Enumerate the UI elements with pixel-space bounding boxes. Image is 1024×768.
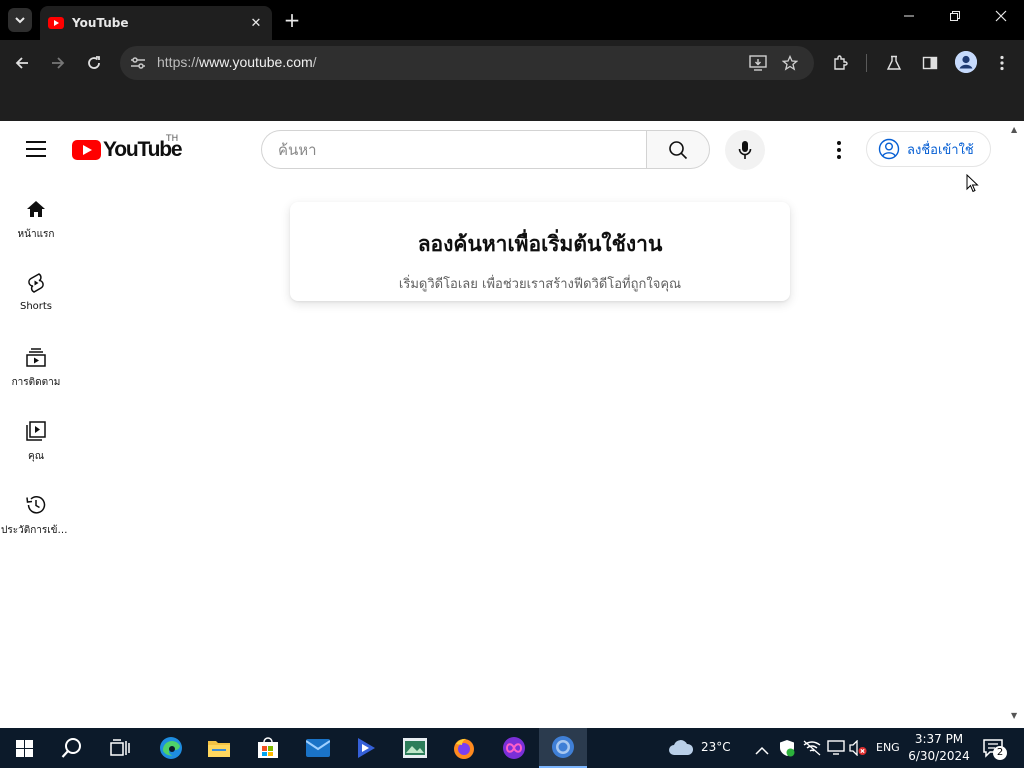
side-panel-icon[interactable] — [919, 52, 941, 74]
labs-flask-icon[interactable] — [883, 52, 905, 74]
search-input[interactable] — [261, 130, 647, 169]
install-app-icon[interactable] — [747, 52, 769, 74]
display-icon[interactable] — [827, 740, 845, 760]
chevron-down-icon — [15, 17, 25, 24]
browser-menu-icon[interactable] — [991, 52, 1013, 74]
extensions-icon[interactable] — [829, 52, 851, 74]
mouse-cursor-icon — [966, 174, 979, 193]
close-window-icon[interactable] — [991, 10, 1011, 26]
account-circle-icon — [878, 138, 900, 160]
shorts-icon — [24, 271, 48, 295]
search-button[interactable] — [646, 130, 710, 169]
voice-search-button[interactable] — [725, 130, 765, 170]
image-viewer-icon[interactable] — [391, 728, 439, 768]
task-view-icon[interactable] — [96, 728, 144, 768]
browser-chrome: YouTube ✕ + https://www.youtube.com/ — [0, 0, 1024, 121]
guide-label: Shorts — [19, 301, 53, 312]
close-tab-icon[interactable]: ✕ — [248, 16, 264, 31]
tray-chevron-up-icon[interactable] — [755, 741, 769, 760]
taskbar-search-icon[interactable] — [48, 728, 96, 768]
notification-count-badge: 2 — [993, 746, 1007, 760]
file-explorer-icon[interactable] — [195, 728, 243, 768]
nudge-title: ลองค้นหาเพื่อเริ่มต้นใช้งาน — [417, 232, 663, 256]
clock-date: 6/30/2024 — [908, 749, 970, 763]
toolbar-divider — [866, 54, 867, 72]
microphone-icon — [738, 141, 752, 159]
tab-title: YouTube — [72, 16, 129, 30]
tab-strip: YouTube ✕ + — [0, 0, 1024, 40]
profile-avatar-icon[interactable] — [955, 51, 977, 73]
mail-icon[interactable] — [294, 728, 342, 768]
guide-item-history[interactable]: ประวัติการเข้าชม — [0, 481, 72, 541]
restore-icon[interactable] — [945, 10, 965, 26]
youtube-icon — [48, 17, 64, 29]
firefox-icon[interactable] — [440, 728, 488, 768]
youtube-play-logo-icon — [72, 140, 101, 160]
guide-label: หน้าแรก — [17, 229, 55, 240]
clock-time: 3:37 PM — [914, 732, 964, 746]
guide-item-subscriptions[interactable]: การติดตาม — [0, 333, 72, 393]
search-icon — [669, 140, 688, 159]
guide-item-home[interactable]: หน้าแรก — [0, 185, 72, 245]
scroll-down-arrow[interactable]: ▼ — [1011, 711, 1017, 720]
weather-temperature[interactable]: 23°C — [701, 740, 731, 754]
guide-label: การติดตาม — [11, 377, 61, 388]
taskbar-clock[interactable]: 3:37 PM 6/30/2024 — [908, 731, 970, 765]
new-tab-button[interactable]: + — [282, 10, 302, 30]
hamburger-menu-icon[interactable] — [26, 141, 46, 157]
minimize-icon[interactable] — [899, 10, 919, 26]
browser-toolbar: https://www.youtube.com/ — [0, 40, 1024, 86]
subscriptions-icon — [24, 345, 48, 369]
youtube-page: YouTube TH ลงชื่อเข้าใช้ ▲ หน้าแรก Short… — [0, 121, 1024, 728]
chrome-icon[interactable] — [539, 728, 587, 768]
site-info-icon[interactable] — [128, 53, 148, 73]
feed-nudge-card: ลองค้นหาเพื่อเริ่มต้นใช้งาน เริ่มดูวิดีโ… — [290, 202, 790, 301]
copilot-icon[interactable] — [490, 728, 538, 768]
media-player-icon[interactable] — [342, 728, 390, 768]
signin-button[interactable]: ลงชื่อเข้าใช้ — [866, 131, 991, 167]
input-language[interactable]: ENG — [876, 741, 900, 754]
search-box — [261, 130, 710, 169]
home-icon — [24, 197, 48, 221]
scroll-up-arrow[interactable]: ▲ — [1011, 125, 1017, 134]
guide-label: ประวัติการเข้าชม — [1, 525, 71, 536]
network-icon[interactable] — [803, 740, 821, 760]
tab-search-button[interactable] — [8, 8, 32, 32]
settings-menu-button[interactable] — [828, 138, 850, 162]
volume-muted-icon[interactable] — [849, 739, 867, 760]
reload-icon[interactable] — [83, 52, 105, 74]
guide-item-shorts[interactable]: Shorts — [0, 259, 72, 319]
signin-label: ลงชื่อเข้าใช้ — [907, 142, 974, 158]
store-icon[interactable] — [244, 728, 292, 768]
windows-taskbar: 23°C ENG 3:37 PM 6/30/2024 2 — [0, 728, 1024, 768]
weather-cloud-icon[interactable] — [668, 738, 694, 760]
tab-youtube[interactable]: YouTube ✕ — [40, 6, 272, 40]
history-icon — [24, 493, 48, 517]
nudge-subtitle: เริ่มดูวิดีโอเลย เพื่อช่วยเราสร้างฟีดวิด… — [398, 277, 682, 292]
guide-item-you[interactable]: คุณ — [0, 407, 72, 467]
back-icon[interactable] — [11, 52, 33, 74]
url-text: https://www.youtube.com/ — [157, 54, 317, 70]
guide-label: คุณ — [28, 451, 44, 462]
edge-icon[interactable] — [147, 728, 195, 768]
you-library-icon — [24, 419, 48, 443]
start-icon[interactable] — [0, 728, 48, 768]
youtube-logo[interactable]: YouTube — [72, 138, 183, 162]
bookmark-star-icon[interactable] — [779, 52, 801, 74]
country-code: TH — [166, 134, 179, 144]
security-shield-icon[interactable] — [779, 739, 795, 761]
address-bar[interactable]: https://www.youtube.com/ — [120, 46, 814, 80]
forward-icon[interactable] — [47, 52, 69, 74]
